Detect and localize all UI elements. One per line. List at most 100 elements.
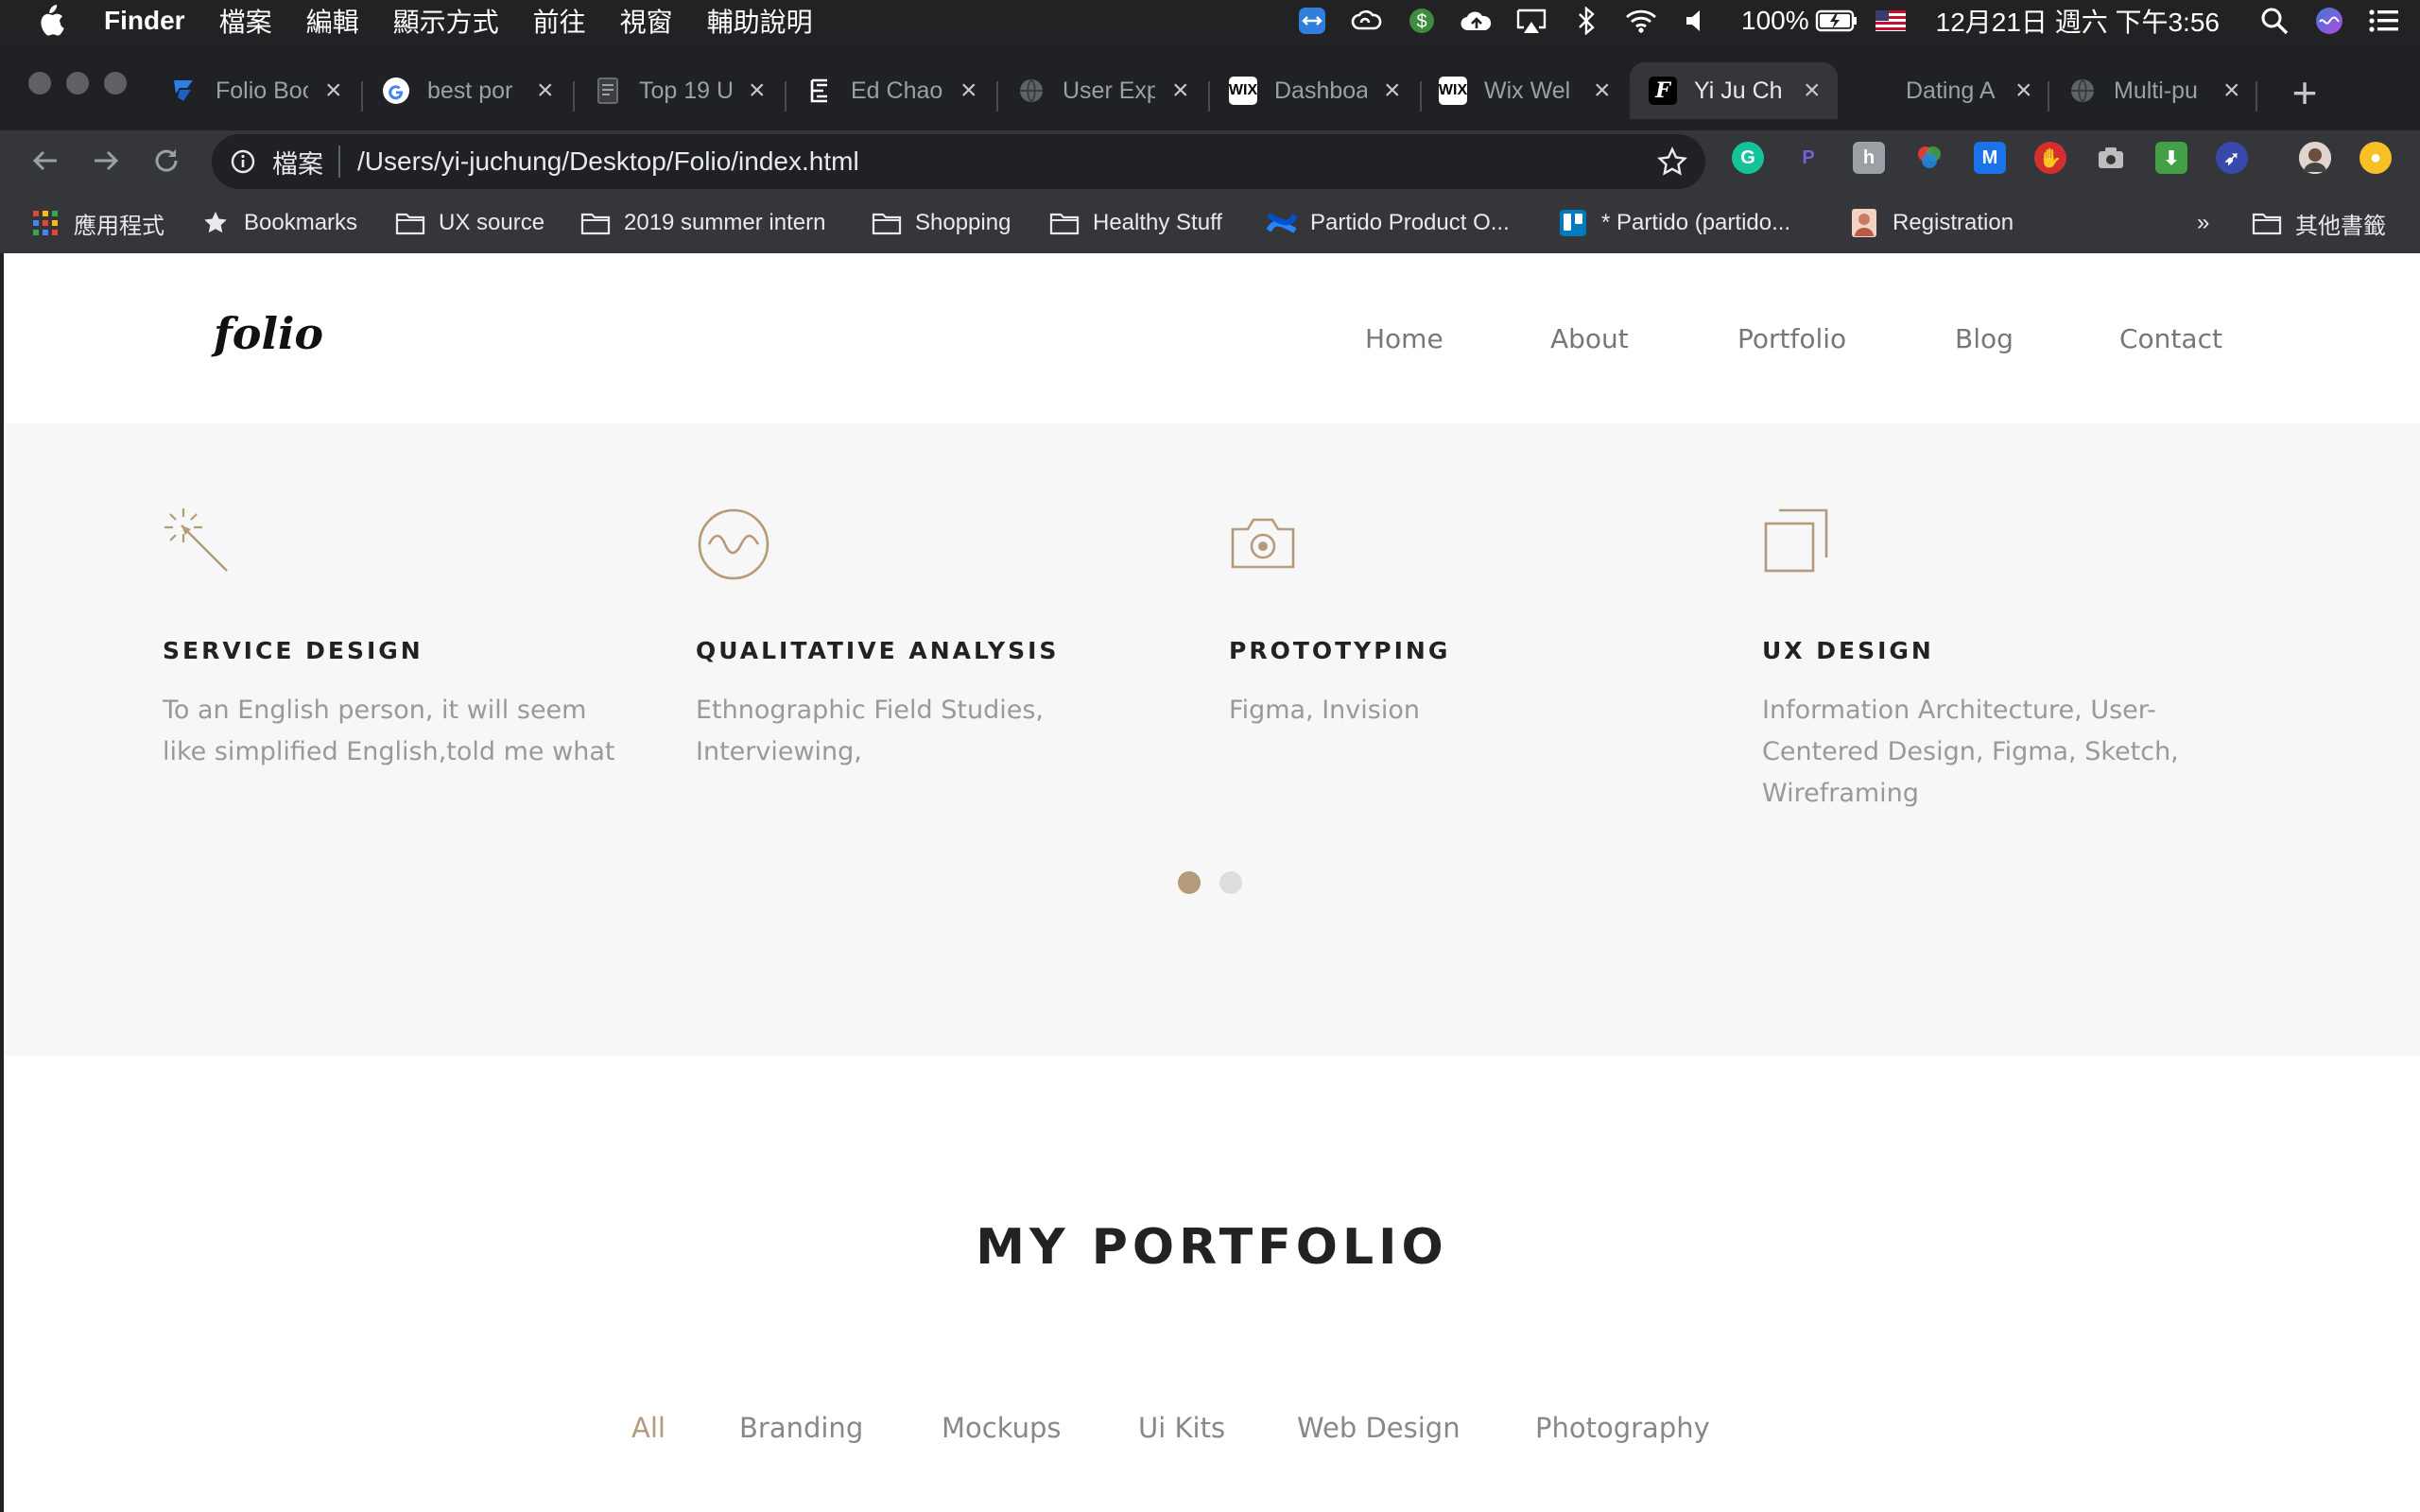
apple-menu-icon[interactable] (36, 5, 68, 37)
menu-view[interactable]: 顯示方式 (393, 2, 499, 40)
svg-text:$: $ (1416, 11, 1426, 32)
close-tab-icon[interactable]: × (2223, 75, 2240, 107)
menu-window[interactable]: 視窗 (620, 2, 673, 40)
menu-help[interactable]: 輔助說明 (707, 2, 813, 40)
close-tab-icon[interactable]: × (537, 75, 554, 107)
service-title: PROTOTYPING (1229, 637, 1451, 664)
filter-web-design[interactable]: Web Design (1297, 1412, 1461, 1444)
bookmark-partido-product[interactable]: Partido Product O... (1267, 206, 1510, 240)
siri-icon[interactable] (2308, 0, 2350, 42)
tab-wix-website[interactable]: WIX Wix Wel × (1439, 68, 1611, 113)
filter-branding[interactable]: Branding (739, 1412, 863, 1444)
rocket-icon[interactable]: ➶ (2216, 142, 2248, 174)
zoom-window-button[interactable] (104, 72, 127, 94)
bookmark-other-bookmarks[interactable]: 其他書籤 (2252, 206, 2386, 240)
bookmark-registration[interactable]: Registration (1849, 206, 2014, 240)
camera-icon (1229, 507, 1297, 575)
filter-all[interactable]: All (631, 1412, 666, 1444)
site-logo[interactable]: folio (214, 308, 323, 359)
bookmark-healthy-stuff[interactable]: Healthy Stuff (1049, 206, 1222, 240)
tab-yi-ju-chung-active[interactable]: F Yi Ju Ch × (1630, 62, 1838, 119)
close-tab-icon[interactable]: × (1384, 75, 1401, 107)
bookmark-shopping[interactable]: Shopping (872, 206, 1011, 240)
carousel-dot-active[interactable] (1178, 871, 1201, 894)
bookmark-star-icon[interactable] (1656, 146, 1688, 178)
minimize-window-button[interactable] (66, 72, 89, 94)
tab-multi-purpose[interactable]: Multi-pu × (2068, 68, 2240, 113)
url-text[interactable]: /Users/yi-juchung/Desktop/Folio/index.ht… (357, 146, 859, 177)
battery-icon[interactable] (1815, 0, 1857, 42)
tab-folio-bootstrap[interactable]: Folio Boo × (170, 68, 342, 113)
profile-avatar[interactable] (2299, 142, 2331, 174)
volume-icon[interactable] (1675, 0, 1717, 42)
menu-go[interactable]: 前往 (533, 2, 586, 40)
carousel-dot[interactable] (1219, 871, 1242, 894)
update-badge-icon[interactable]: ● (2360, 142, 2392, 174)
tab-google-search[interactable]: best por × (382, 68, 554, 113)
tab-top-19[interactable]: Top 19 U × (594, 68, 766, 113)
window-controls (28, 72, 127, 94)
service-description: Figma, Invision (1229, 696, 1420, 725)
tab-ed-chao[interactable]: Ed Chao × (805, 68, 977, 113)
filter-ui-kits[interactable]: Ui Kits (1138, 1412, 1225, 1444)
bookmark-ux-source[interactable]: UX source (395, 206, 544, 240)
extension-h-icon[interactable]: h (1853, 142, 1885, 174)
bluetooth-icon[interactable] (1565, 0, 1607, 42)
nav-home[interactable]: Home (1365, 323, 1443, 354)
nav-portfolio[interactable]: Portfolio (1737, 323, 1846, 354)
color-picker-icon[interactable] (1913, 142, 1945, 174)
extension-p-icon[interactable]: P (1792, 142, 1824, 174)
bookmark-partido-trello[interactable]: * Partido (partido... (1558, 206, 1790, 240)
us-flag-icon[interactable] (1870, 0, 1911, 42)
notification-center-icon[interactable] (2363, 0, 2405, 42)
reload-icon[interactable] (147, 142, 185, 180)
extension-m-icon[interactable]: M (1974, 142, 2006, 174)
grammarly-icon[interactable]: G (1732, 142, 1764, 174)
blank-icon (1860, 77, 1889, 105)
web-page: folio Home About Portfolio Blog Contact … (4, 253, 2420, 1512)
menu-app-name[interactable]: Finder (104, 6, 185, 36)
bookmark-apps[interactable]: 應用程式 (30, 206, 164, 240)
tab-user-experience[interactable]: User Exp × (1017, 68, 1189, 113)
bookmarks-overflow-chevron[interactable]: » (2197, 206, 2209, 240)
teamviewer-icon[interactable] (1291, 0, 1333, 42)
nav-about[interactable]: About (1550, 323, 1629, 354)
filter-photography[interactable]: Photography (1535, 1412, 1710, 1444)
screenshot-camera-icon[interactable] (2095, 142, 2127, 174)
bookmark-bookmarks[interactable]: Bookmarks (200, 206, 357, 240)
close-tab-icon[interactable]: × (2015, 75, 2032, 107)
close-tab-icon[interactable]: × (1804, 75, 1821, 107)
forward-arrow-icon[interactable] (87, 142, 125, 180)
nav-blog[interactable]: Blog (1955, 323, 2014, 354)
bookmarks-bar: 應用程式 Bookmarks UX source 2019 summer int… (0, 191, 2420, 253)
back-arrow-icon[interactable] (26, 142, 64, 180)
tab-dating-app[interactable]: Dating A × (1860, 68, 2032, 113)
close-tab-icon[interactable]: × (1594, 75, 1611, 107)
tab-wix-dashboard[interactable]: WIX Dashboa × (1229, 68, 1401, 113)
clock-datetime[interactable]: 12月21日 週六 下午3:56 (1936, 2, 2220, 40)
spotlight-search-icon[interactable] (2254, 0, 2295, 42)
block-hand-icon[interactable]: ✋ (2034, 142, 2066, 174)
confluence-icon (1267, 208, 1297, 238)
close-tab-icon[interactable]: × (960, 75, 977, 107)
wifi-icon[interactable] (1620, 0, 1662, 42)
creative-cloud-icon[interactable] (1346, 0, 1388, 42)
nav-contact[interactable]: Contact (2119, 323, 2222, 354)
airplay-icon[interactable] (1511, 0, 1552, 42)
filter-mockups[interactable]: Mockups (942, 1412, 1062, 1444)
address-bar[interactable]: 檔案 /Users/yi-juchung/Desktop/Folio/index… (212, 134, 1705, 189)
download-arrow-icon[interactable]: ⬇ (2155, 142, 2187, 174)
menu-file[interactable]: 檔案 (219, 2, 272, 40)
portfolio-heading: MY PORTFOLIO (976, 1219, 1448, 1276)
menu-edit[interactable]: 編輯 (306, 2, 359, 40)
info-icon[interactable] (227, 146, 259, 178)
close-tab-icon[interactable]: × (749, 75, 766, 107)
service-title: UX DESIGN (1762, 637, 1934, 664)
cloud-upload-icon[interactable] (1456, 0, 1497, 42)
new-tab-button[interactable]: + (2282, 68, 2327, 117)
close-window-button[interactable] (28, 72, 51, 94)
close-tab-icon[interactable]: × (1172, 75, 1189, 107)
dollar-app-icon[interactable]: $ (1401, 0, 1443, 42)
bookmark-2019-summer-intern[interactable]: 2019 summer intern (580, 206, 825, 240)
close-tab-icon[interactable]: × (325, 75, 342, 107)
